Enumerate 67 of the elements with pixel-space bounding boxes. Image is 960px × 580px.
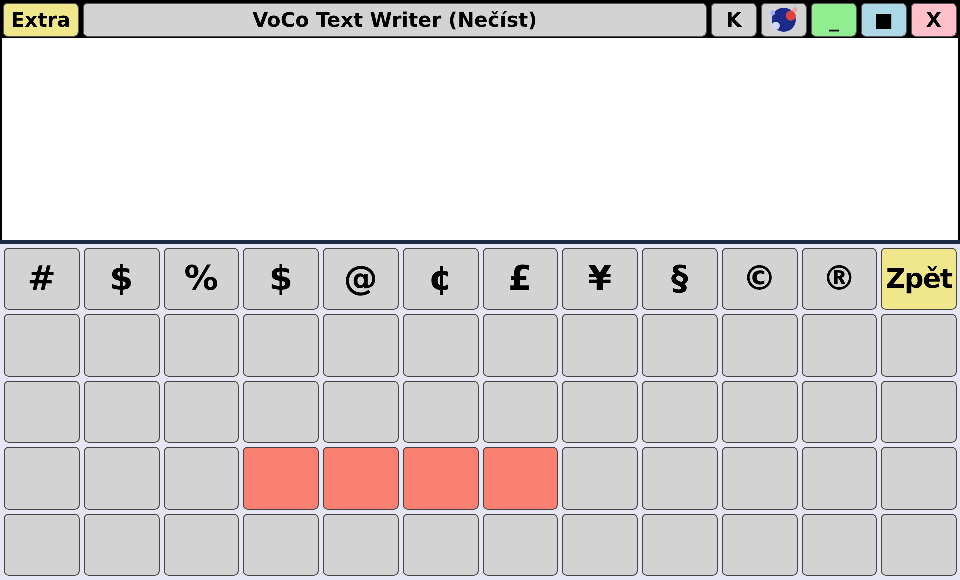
keyboard-key[interactable]: ¢	[402, 248, 478, 310]
keyboard-key[interactable]	[84, 314, 160, 377]
keyboard-key[interactable]	[642, 314, 718, 377]
keyboard-key[interactable]: #	[4, 248, 80, 310]
keyboard-key[interactable]	[642, 514, 718, 576]
keyboard-key[interactable]	[323, 514, 399, 576]
keyboard-key[interactable]	[402, 380, 478, 444]
keyboard-key[interactable]	[881, 380, 957, 444]
keyboard-key[interactable]	[4, 380, 80, 444]
keyboard-key[interactable]: ©	[722, 248, 798, 310]
keyboard-key[interactable]	[482, 514, 558, 576]
keyboard-key[interactable]	[562, 514, 638, 576]
keyboard-key[interactable]	[881, 447, 957, 510]
keyboard-key[interactable]	[482, 447, 558, 510]
keyboard-key[interactable]	[881, 314, 957, 377]
keyboard-key[interactable]: Zpět	[881, 248, 957, 310]
keyboard-key[interactable]	[4, 514, 80, 576]
keyboard-key[interactable]: ®	[802, 248, 878, 310]
keyboard-key[interactable]	[642, 380, 718, 444]
keyboard-key[interactable]	[722, 514, 798, 576]
minimize-button[interactable]: _	[811, 3, 857, 37]
keyboard-key[interactable]	[802, 380, 878, 444]
keyboard-key[interactable]	[562, 380, 638, 444]
keyboard-key[interactable]	[402, 514, 478, 576]
keyboard-key[interactable]	[802, 314, 878, 377]
keyboard-key[interactable]	[243, 514, 319, 576]
keyboard-key[interactable]	[402, 447, 478, 510]
keyboard-key[interactable]: @	[323, 248, 399, 310]
keyboard-key[interactable]	[562, 314, 638, 377]
extra-button[interactable]: Extra	[3, 3, 79, 37]
close-button[interactable]: X	[911, 3, 957, 37]
keyboard-key[interactable]	[243, 380, 319, 444]
keyboard-key[interactable]: $	[84, 248, 160, 310]
keyboard-key[interactable]	[881, 514, 957, 576]
keyboard-key[interactable]	[164, 447, 240, 510]
keyboard-key[interactable]	[802, 447, 878, 510]
keyboard-key[interactable]	[642, 447, 718, 510]
keyboard-key[interactable]	[722, 314, 798, 377]
keyboard-key[interactable]	[243, 447, 319, 510]
keyboard-key[interactable]	[4, 447, 80, 510]
keyboard-key[interactable]	[323, 380, 399, 444]
keyboard-key[interactable]	[84, 514, 160, 576]
keyboard-key[interactable]	[323, 447, 399, 510]
window-title: VoCo Text Writer (Nečíst)	[83, 3, 707, 37]
keyboard-key[interactable]	[4, 314, 80, 377]
keyboard-key[interactable]	[84, 447, 160, 510]
keyboard-key[interactable]	[482, 380, 558, 444]
keyboard-key[interactable]	[482, 314, 558, 377]
keyboard-key[interactable]: ¥	[562, 248, 638, 310]
k-button[interactable]: K	[711, 3, 757, 37]
keyboard-key[interactable]: $	[243, 248, 319, 310]
keyboard-key[interactable]	[402, 314, 478, 377]
keyboard-key[interactable]	[243, 314, 319, 377]
keyboard-key[interactable]	[323, 314, 399, 377]
maximize-button[interactable]: ■	[861, 3, 907, 37]
keyboard-key[interactable]	[802, 514, 878, 576]
keyboard-key[interactable]	[84, 380, 160, 444]
keyboard-key[interactable]	[722, 380, 798, 444]
keyboard-key[interactable]	[164, 314, 240, 377]
keyboard-key[interactable]: %	[164, 248, 240, 310]
keyboard-key[interactable]	[562, 447, 638, 510]
logo-button[interactable]	[761, 3, 807, 37]
keyboard-key[interactable]: §	[642, 248, 718, 310]
keyboard-key[interactable]: £	[482, 248, 558, 310]
keyboard-key[interactable]	[164, 514, 240, 576]
keyboard-key[interactable]	[722, 447, 798, 510]
keyboard-key[interactable]	[164, 380, 240, 444]
